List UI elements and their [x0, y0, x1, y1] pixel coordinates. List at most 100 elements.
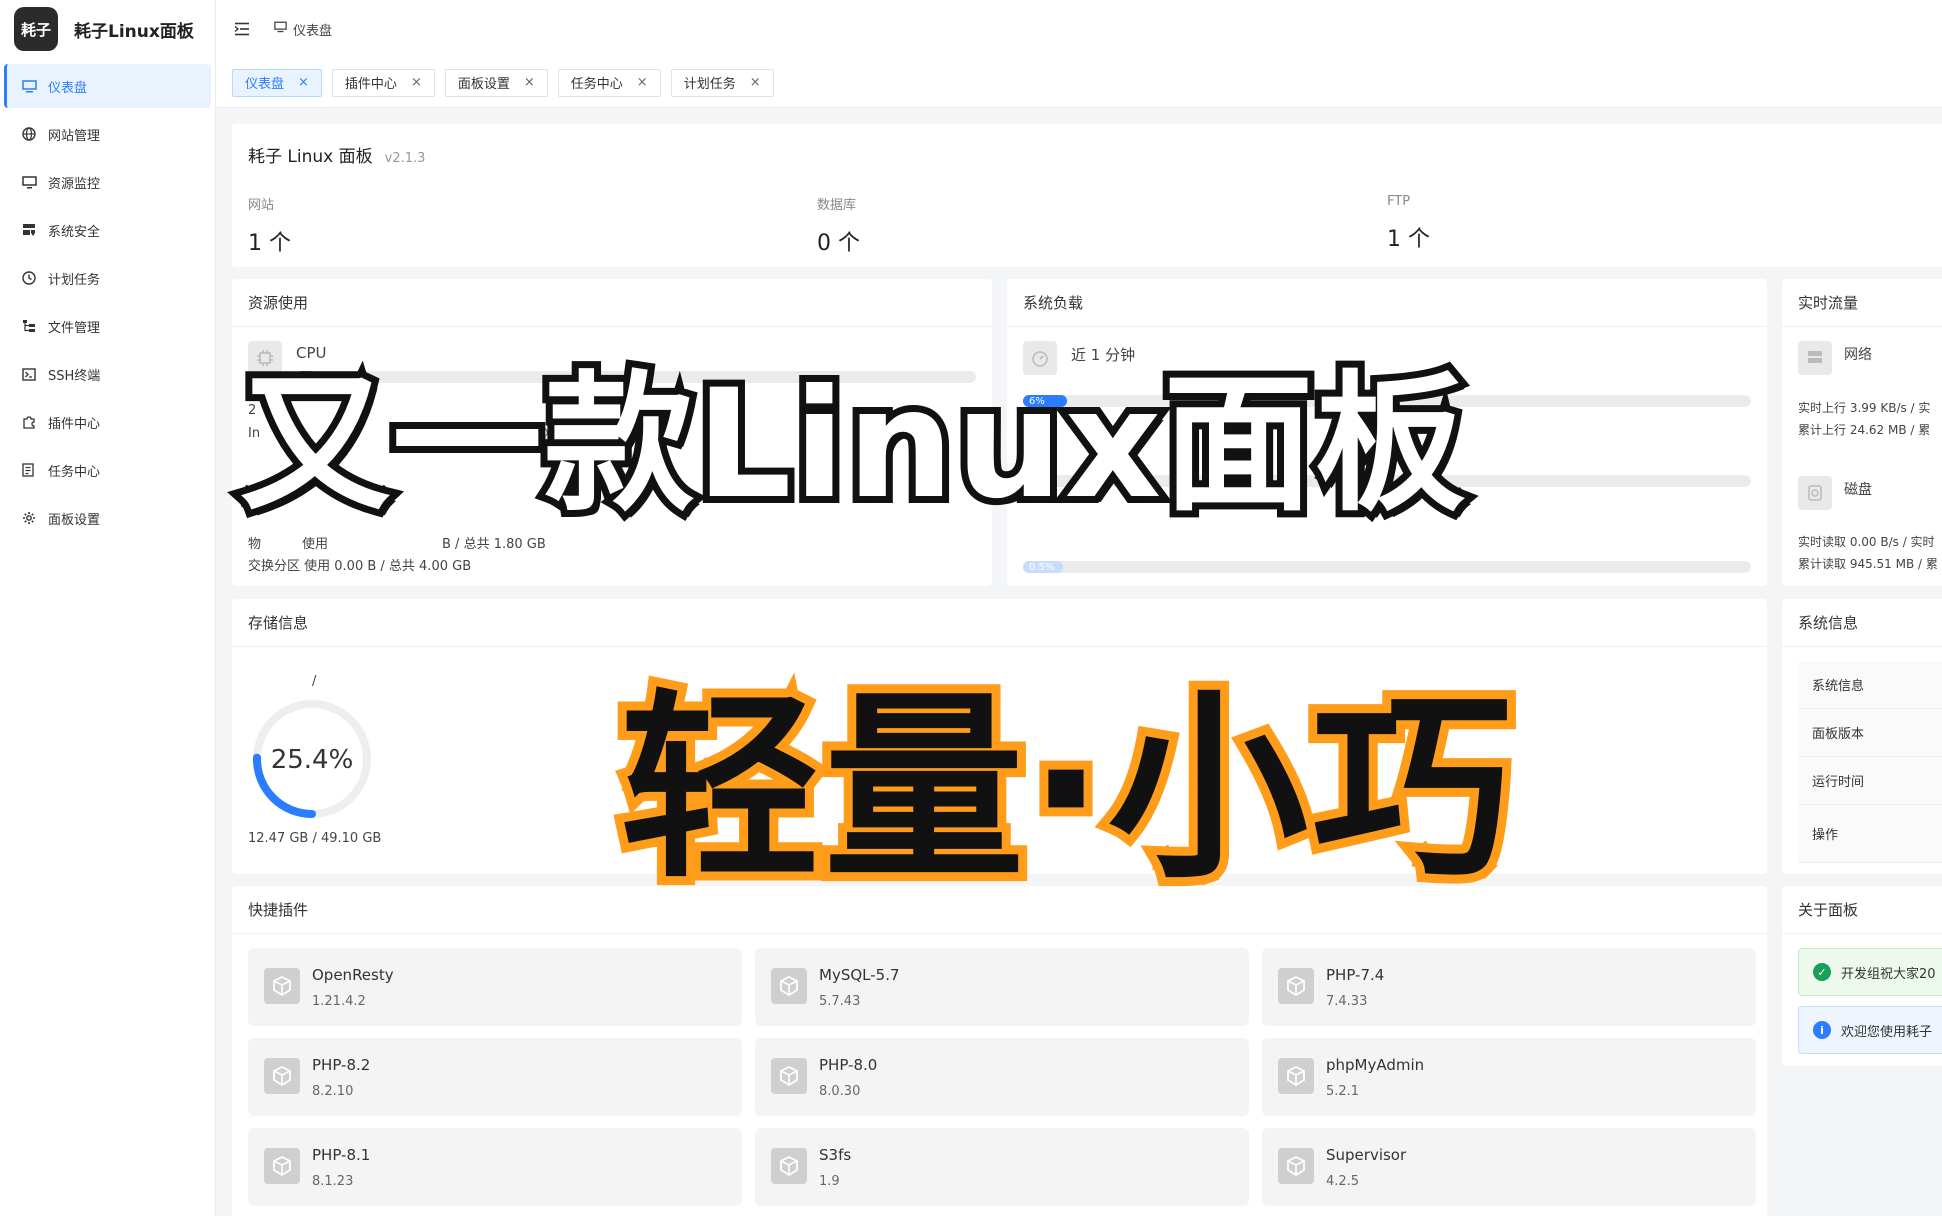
network-upload-realtime: 实时上行 3.99 KB/s / 实: [1798, 401, 1931, 415]
close-icon[interactable]: ×: [411, 75, 422, 90]
plugin-name: PHP-8.1: [312, 1146, 371, 1164]
card-title: 系统负载: [1007, 279, 1767, 327]
sidebar-item-label: 仪表盘: [48, 80, 88, 96]
package-icon: [1278, 1058, 1314, 1094]
sidebar-item-dashboard[interactable]: 仪表盘: [4, 64, 211, 108]
plugin-item[interactable]: PHP-7.4 7.4.33: [1262, 948, 1756, 1026]
stat-label: 数据库: [817, 198, 857, 213]
tab-label: 任务中心: [570, 77, 623, 92]
terminal-icon: [18, 365, 40, 383]
check-circle-icon: ✓: [1813, 963, 1831, 981]
plugin-item[interactable]: PHP-8.0 8.0.30: [755, 1038, 1249, 1116]
about-panel-card: 关于面板 ✓ 开发组祝大家20 i 欢迎您使用耗子: [1782, 886, 1942, 1066]
tab-dashboard[interactable]: 仪表盘 ×: [232, 68, 322, 97]
memory-label: 物: [248, 537, 262, 552]
sidebar-item-plugins[interactable]: 插件中心: [4, 400, 211, 444]
close-icon[interactable]: ×: [637, 75, 648, 90]
sidebar-item-label: 插件中心: [48, 416, 101, 432]
realtime-traffic-card: 实时流量 网络 实时上行 3.99 KB/s / 实 累计上行 24.62 MB…: [1782, 279, 1942, 586]
alert-text: 开发组祝大家20: [1841, 966, 1936, 982]
sidebar-item-label: 任务中心: [48, 464, 101, 480]
network-label: 网络: [1844, 347, 1872, 363]
plugin-item[interactable]: MySQL-5.7 5.7.43: [755, 948, 1249, 1026]
plugin-version: 1.21.4.2: [312, 994, 366, 1009]
tab-settings[interactable]: 面板设置 ×: [444, 68, 548, 97]
plugin-name: PHP-8.0: [819, 1056, 878, 1074]
success-alert: ✓ 开发组祝大家20: [1798, 948, 1942, 996]
sidebar-item-websites[interactable]: 网站管理: [4, 112, 211, 156]
tab-cron[interactable]: 计划任务 ×: [670, 68, 774, 97]
sidebar-item-label: SSH终端: [48, 368, 101, 384]
puzzle-icon: [18, 413, 40, 431]
sidebar-item-security[interactable]: 系统安全: [4, 208, 211, 252]
clock-icon: [18, 269, 40, 287]
plugin-name: phpMyAdmin: [1326, 1056, 1425, 1074]
sidebar-item-label: 面板设置: [48, 512, 101, 528]
stat-label: FTP: [1387, 194, 1411, 209]
plugin-item[interactable]: OpenResty 1.21.4.2: [248, 948, 742, 1026]
sidebar-item-tasks[interactable]: 任务中心: [4, 448, 211, 492]
package-icon: [771, 1058, 807, 1094]
quick-plugins-card: 快捷插件 OpenResty 1.21.4.2 MySQL-5.7 5.7.43 PHP…: [232, 886, 1767, 1216]
sidebar-item-label: 资源监控: [48, 176, 101, 192]
stat-value: 1 个: [1387, 227, 1430, 252]
plugin-version: 8.1.23: [312, 1174, 354, 1189]
system-info-card: 系统信息 系统信息 面板版本 运行时间 操作: [1782, 599, 1942, 874]
plugin-name: PHP-8.2: [312, 1056, 371, 1074]
plugin-item[interactable]: phpMyAdmin 5.2.1: [1262, 1038, 1756, 1116]
sysinfo-row: 运行时间: [1798, 757, 1942, 805]
storage-percent: 25.4%: [270, 745, 354, 775]
package-icon: [1278, 968, 1314, 1004]
sysinfo-row: 操作: [1798, 805, 1942, 863]
sidebar-nav: 仪表盘 网站管理 资源监控 系统安全 计划任务 文件管理 SSH终端 插件中心: [0, 64, 215, 540]
plugin-item[interactable]: PHP-8.1 8.1.23: [248, 1128, 742, 1206]
globe-icon: [18, 125, 40, 143]
panel-title-row: 耗子 Linux 面板 v2.1.3: [248, 142, 425, 167]
sidebar-item-cron[interactable]: 计划任务: [4, 256, 211, 300]
display-icon: [18, 173, 40, 191]
plugin-item[interactable]: S3fs 1.9: [755, 1128, 1249, 1206]
storage-usage: 12.47 GB / 49.10 GB: [248, 831, 382, 846]
system-info-table: 系统信息 面板版本 运行时间 操作: [1798, 661, 1942, 863]
card-title: 存储信息: [232, 599, 1767, 647]
plugin-version: 8.2.10: [312, 1084, 354, 1099]
close-icon[interactable]: ×: [298, 75, 309, 90]
plugin-version: 7.4.33: [1326, 994, 1368, 1009]
close-icon[interactable]: ×: [524, 75, 535, 90]
sidebar-item-ssh[interactable]: SSH终端: [4, 352, 211, 396]
network-icon: [1798, 341, 1832, 375]
menu-collapse-icon[interactable]: [232, 19, 252, 39]
monitor-icon: [18, 77, 40, 95]
sidebar-item-label: 文件管理: [48, 320, 101, 336]
close-icon[interactable]: ×: [750, 75, 761, 90]
stat-websites[interactable]: 网站 1 个: [248, 194, 291, 257]
sidebar: 耗子 耗子Linux面板 仪表盘 网站管理 资源监控 系统安全 计划任务 文件管…: [0, 0, 216, 1216]
sidebar-item-monitor[interactable]: 资源监控: [4, 160, 211, 204]
sidebar-item-settings[interactable]: 面板设置: [4, 496, 211, 540]
mount-point: /: [312, 674, 317, 689]
stat-label: 网站: [248, 198, 275, 213]
overlay-headline: 又一款Linux面板: [233, 358, 1472, 532]
swap-usage: 交换分区 使用 0.00 B / 总共 4.00 GB: [248, 559, 472, 574]
plugin-version: 8.0.30: [819, 1084, 861, 1099]
stat-ftp[interactable]: FTP 1 个: [1387, 194, 1430, 253]
sysinfo-row: 系统信息: [1798, 661, 1942, 709]
breadcrumb-item[interactable]: 仪表盘: [293, 20, 332, 39]
sysinfo-row: 面板版本: [1798, 709, 1942, 757]
plugin-item[interactable]: Supervisor 4.2.5: [1262, 1128, 1756, 1206]
stat-databases[interactable]: 数据库 0 个: [817, 194, 860, 257]
app-logo[interactable]: 耗子: [14, 7, 58, 51]
memory-used-label: 使用: [302, 537, 329, 552]
sidebar-item-files[interactable]: 文件管理: [4, 304, 211, 348]
package-icon: [1278, 1148, 1314, 1184]
load-progress-3-fill: 0.5%: [1023, 561, 1063, 573]
plugin-version: 5.7.43: [819, 994, 861, 1009]
card-title: 实时流量: [1782, 279, 1942, 327]
monitor-icon: [274, 21, 287, 37]
overlay-subheadline: 轻量·小巧: [611, 673, 1521, 906]
tab-plugins[interactable]: 插件中心 ×: [331, 68, 435, 97]
plugin-item[interactable]: PHP-8.2 8.2.10: [248, 1038, 742, 1116]
gear-icon: [18, 509, 40, 527]
tab-tasks[interactable]: 任务中心 ×: [557, 68, 661, 97]
app-title: 耗子Linux面板: [74, 21, 194, 42]
